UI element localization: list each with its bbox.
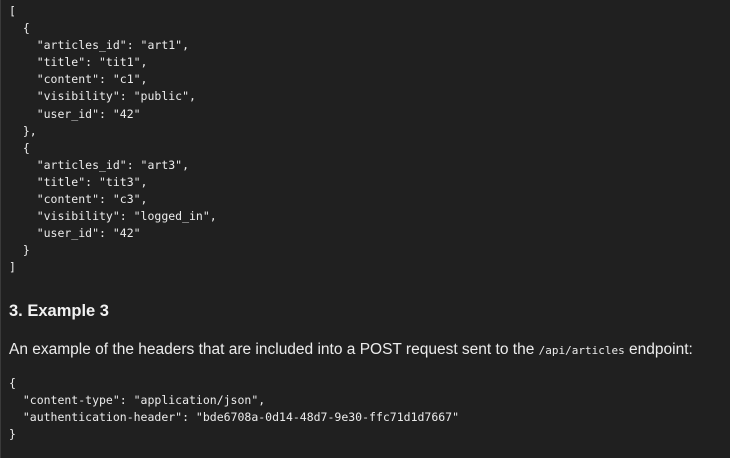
code-line: "visibility": "public", [9,89,196,104]
code-line: { [9,21,30,36]
code-line: "authentication-header": "bde6708a-0d14-… [9,410,460,425]
json-response-code-block: [ { "articles_id": "art1", "title": "tit… [9,3,217,277]
code-line: "title": "tit1", [9,55,148,70]
section-paragraph: An example of the headers that are inclu… [9,341,693,359]
section-heading: 3. Example 3 [9,302,109,320]
code-line: "articles_id": "art3", [9,157,190,172]
code-line: "visibility": "logged_in", [9,209,217,224]
code-line: } [9,243,30,258]
code-line: "articles_id": "art1", [9,38,190,53]
paragraph-text-after: endpoint: [624,341,693,358]
code-line: ] [9,260,16,275]
code-line: "content-type": "application/json", [9,393,266,408]
endpoint-inline-code: /api/articles [538,344,625,357]
document-page: [ { "articles_id": "art1", "title": "tit… [0,0,730,458]
code-line: "content": "c1", [9,72,148,87]
paragraph-text-before: An example of the headers that are inclu… [9,341,539,358]
code-line: } [9,427,16,442]
code-line: "user_id": "42" [9,226,141,241]
code-line: { [9,140,30,155]
code-line: "title": "tit3", [9,174,148,189]
code-line: { [9,376,16,390]
code-line: }, [9,123,37,138]
code-line: [ [9,4,16,18]
code-line: "content": "c3", [9,192,148,207]
code-line: "user_id": "42" [9,106,141,121]
headers-code-block: { "content-type": "application/json", "a… [9,375,459,443]
